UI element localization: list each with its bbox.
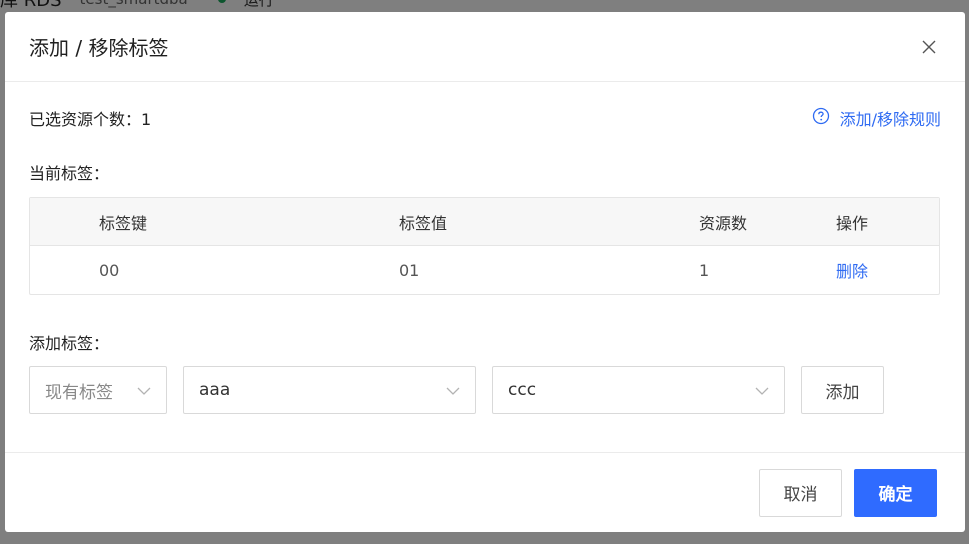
confirm-button[interactable]: 确定 <box>854 468 937 517</box>
selected-resource-count: 已选资源个数：1 <box>29 110 152 129</box>
chevron-down-icon <box>446 380 460 400</box>
tag-type-select[interactable]: 现有标签 <box>29 366 167 414</box>
add-tag-row: 现有标签 aaa ccc 添加 <box>29 366 941 414</box>
current-tags-table: 标签键 标签值 资源数 操作 00 01 1 删除 <box>29 197 940 295</box>
tag-key-value: aaa <box>199 380 231 400</box>
chevron-down-icon <box>137 380 151 400</box>
question-circle-icon <box>812 107 830 129</box>
cell-tag-key: 00 <box>99 260 120 280</box>
add-tags-label: 添加标签： <box>29 334 110 353</box>
current-tags-label: 当前标签： <box>29 164 110 183</box>
header-tag-value: 标签值 <box>399 213 448 233</box>
table-header: 标签键 标签值 资源数 操作 <box>30 198 939 246</box>
modal-body: 已选资源个数：1 添加/移除规则 当前标签： 标签键 标签值 资源数 操作 00… <box>5 82 965 414</box>
tag-type-value: 现有标签 <box>45 382 113 403</box>
delete-tag-link[interactable]: 删除 <box>836 262 868 281</box>
tag-key-select[interactable]: aaa <box>183 366 476 414</box>
add-tag-button[interactable]: 添加 <box>801 366 884 414</box>
header-tag-key: 标签键 <box>99 213 148 233</box>
modal-header: 添加 / 移除标签 <box>5 12 965 82</box>
cell-tag-value: 01 <box>399 260 420 280</box>
rules-link-label: 添加/移除规则 <box>839 110 941 129</box>
modal-footer: 取消 确定 <box>5 452 965 532</box>
header-resource-count: 资源数 <box>699 213 748 233</box>
cell-resource-count: 1 <box>699 260 710 280</box>
cancel-button[interactable]: 取消 <box>759 468 842 517</box>
rules-link[interactable]: 添加/移除规则 <box>812 106 941 130</box>
table-row: 00 01 1 删除 <box>30 246 939 294</box>
close-icon[interactable] <box>917 35 941 59</box>
tag-value-select[interactable]: ccc <box>492 366 785 414</box>
tag-modal: 添加 / 移除标签 已选资源个数：1 添加/移除规则 当前标签： 标签键 标签值… <box>5 12 965 532</box>
chevron-down-icon <box>755 380 769 400</box>
header-action: 操作 <box>836 213 869 233</box>
tag-value-value: ccc <box>508 380 537 400</box>
modal-title: 添加 / 移除标签 <box>29 36 169 60</box>
